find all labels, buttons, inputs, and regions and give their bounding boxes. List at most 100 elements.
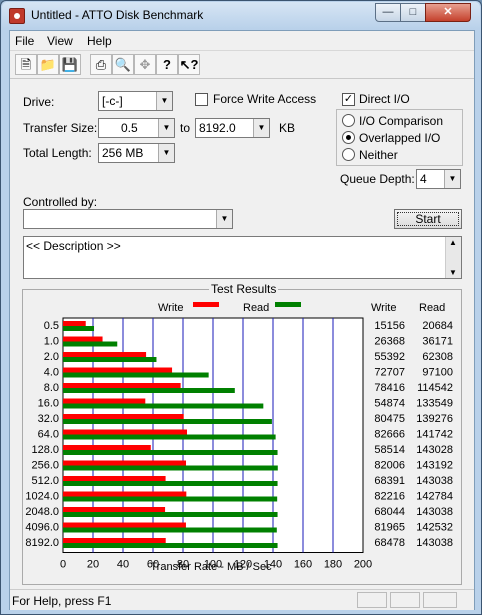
write-value: 68478 xyxy=(374,537,405,549)
help-icon[interactable]: ? xyxy=(156,54,178,75)
total-length-label: Total Length: xyxy=(23,146,92,160)
transfer-size-from-select[interactable]: 0.5 ▼ xyxy=(98,118,175,138)
move-icon[interactable]: ✥ xyxy=(134,54,156,75)
read-value: 142784 xyxy=(416,491,453,503)
controlled-by-select[interactable]: ▼ xyxy=(23,209,233,229)
start-button[interactable]: Start xyxy=(394,209,462,229)
status-bar: For Help, press F1 xyxy=(10,589,474,610)
x-tick-label: 120 xyxy=(234,559,252,571)
y-tick-label: 512.0 xyxy=(31,475,59,487)
write-bar xyxy=(63,414,184,419)
legend-read-label: Read xyxy=(243,302,269,314)
neither-radio[interactable] xyxy=(342,148,355,161)
app-window: Untitled - ATTO Disk Benchmark — □ ✕ Fil… xyxy=(0,0,482,615)
write-bar xyxy=(63,367,173,373)
write-bar xyxy=(63,429,187,435)
close-button[interactable]: ✕ xyxy=(425,3,471,22)
atto-app-icon xyxy=(9,8,25,24)
y-tick-label: 64.0 xyxy=(38,429,59,441)
write-value: 82216 xyxy=(374,491,405,503)
y-tick-label: 256.0 xyxy=(31,460,59,472)
open-folder-icon[interactable]: 📁 xyxy=(37,54,59,75)
kb-label: KB xyxy=(279,121,296,135)
new-file-icon[interactable]: 🗎 xyxy=(15,54,37,75)
x-tick-label: 180 xyxy=(324,559,342,571)
x-tick-label: 60 xyxy=(147,559,159,571)
context-help-icon[interactable]: ↖? xyxy=(178,54,200,75)
write-value: 80475 xyxy=(374,413,405,425)
write-bar xyxy=(63,460,187,466)
read-value: 141742 xyxy=(416,429,453,441)
scroll-up-icon[interactable]: ▲ xyxy=(446,238,460,247)
transfer-size-to-select[interactable]: 8192.0 ▼ xyxy=(195,118,270,138)
description-scrollbar[interactable]: ▲ ▼ xyxy=(445,237,461,278)
write-bar xyxy=(63,491,187,497)
write-value: 81965 xyxy=(374,522,405,534)
force-write-checkbox[interactable] xyxy=(195,93,208,106)
write-value: 26368 xyxy=(374,336,405,348)
transfer-size-label: Transfer Size: xyxy=(23,121,98,135)
x-tick-label: 80 xyxy=(177,559,189,571)
chevron-down-icon: ▼ xyxy=(216,210,232,228)
toolbar: 🗎 📁 💾 ⎙ 🔍 ✥ ? ↖? xyxy=(10,51,474,79)
neither-label: Neither xyxy=(359,148,398,162)
write-bar xyxy=(63,383,181,388)
print-preview-icon[interactable]: 🔍 xyxy=(112,54,134,75)
write-value: 78416 xyxy=(374,382,405,394)
write-value: 82006 xyxy=(374,460,405,472)
scroll-down-icon[interactable]: ▼ xyxy=(446,268,460,277)
read-value: 143028 xyxy=(416,444,453,456)
col-read-header: Read xyxy=(419,302,445,314)
write-value: 54874 xyxy=(374,398,405,410)
controlled-by-label: Controlled by: xyxy=(23,195,98,209)
menu-help[interactable]: Help xyxy=(87,34,112,48)
read-value: 142532 xyxy=(416,522,453,534)
read-bar xyxy=(63,527,277,533)
read-value: 36171 xyxy=(422,336,453,348)
queue-depth-label: Queue Depth: xyxy=(340,172,415,186)
total-length-select[interactable]: 256 MB ▼ xyxy=(98,143,175,163)
y-tick-label: 128.0 xyxy=(31,444,59,456)
read-value: 62308 xyxy=(422,351,453,363)
read-bar xyxy=(63,434,276,440)
test-results-panel: Test Results Write Read Write Read Trans… xyxy=(22,282,462,585)
read-bar xyxy=(63,465,278,471)
read-value: 143192 xyxy=(416,460,453,472)
maximize-button[interactable]: □ xyxy=(400,3,426,22)
read-bar xyxy=(63,512,278,517)
read-value: 20684 xyxy=(422,320,453,332)
menu-view[interactable]: View xyxy=(47,34,73,48)
io-comparison-radio[interactable] xyxy=(342,114,355,127)
drive-select[interactable]: [-c-] ▼ xyxy=(98,91,173,111)
menu-file[interactable]: File xyxy=(15,34,34,48)
force-write-label: Force Write Access xyxy=(213,92,317,106)
read-value: 139276 xyxy=(416,413,453,425)
chevron-down-icon: ▼ xyxy=(158,119,174,137)
save-icon[interactable]: 💾 xyxy=(59,54,81,75)
y-tick-label: 4.0 xyxy=(44,367,59,379)
print-icon[interactable]: ⎙ xyxy=(90,54,112,75)
write-bar xyxy=(63,522,186,528)
title-bar[interactable]: Untitled - ATTO Disk Benchmark — □ ✕ xyxy=(2,2,480,29)
read-bar xyxy=(63,357,157,362)
overlapped-io-label: Overlapped I/O xyxy=(359,131,441,145)
direct-io-checkbox[interactable]: ✓ xyxy=(342,93,355,106)
y-tick-label: 1.0 xyxy=(44,336,59,348)
read-value: 97100 xyxy=(422,367,453,379)
write-value: 68391 xyxy=(374,475,405,487)
write-bar xyxy=(63,352,147,357)
x-tick-label: 40 xyxy=(117,559,129,571)
read-bar xyxy=(63,341,118,347)
write-value: 68044 xyxy=(374,506,405,518)
description-textbox[interactable]: << Description >> ▲ ▼ xyxy=(23,236,462,279)
minimize-button[interactable]: — xyxy=(375,3,401,22)
read-bar xyxy=(63,372,209,378)
to-label: to xyxy=(180,121,191,135)
y-tick-label: 0.5 xyxy=(44,320,59,332)
x-tick-label: 140 xyxy=(264,559,282,571)
overlapped-io-radio[interactable] xyxy=(342,131,355,144)
read-value: 143038 xyxy=(416,506,453,518)
read-value: 133549 xyxy=(416,398,453,410)
read-bar xyxy=(63,481,278,486)
queue-depth-select[interactable]: 4 ▼ xyxy=(416,169,461,189)
